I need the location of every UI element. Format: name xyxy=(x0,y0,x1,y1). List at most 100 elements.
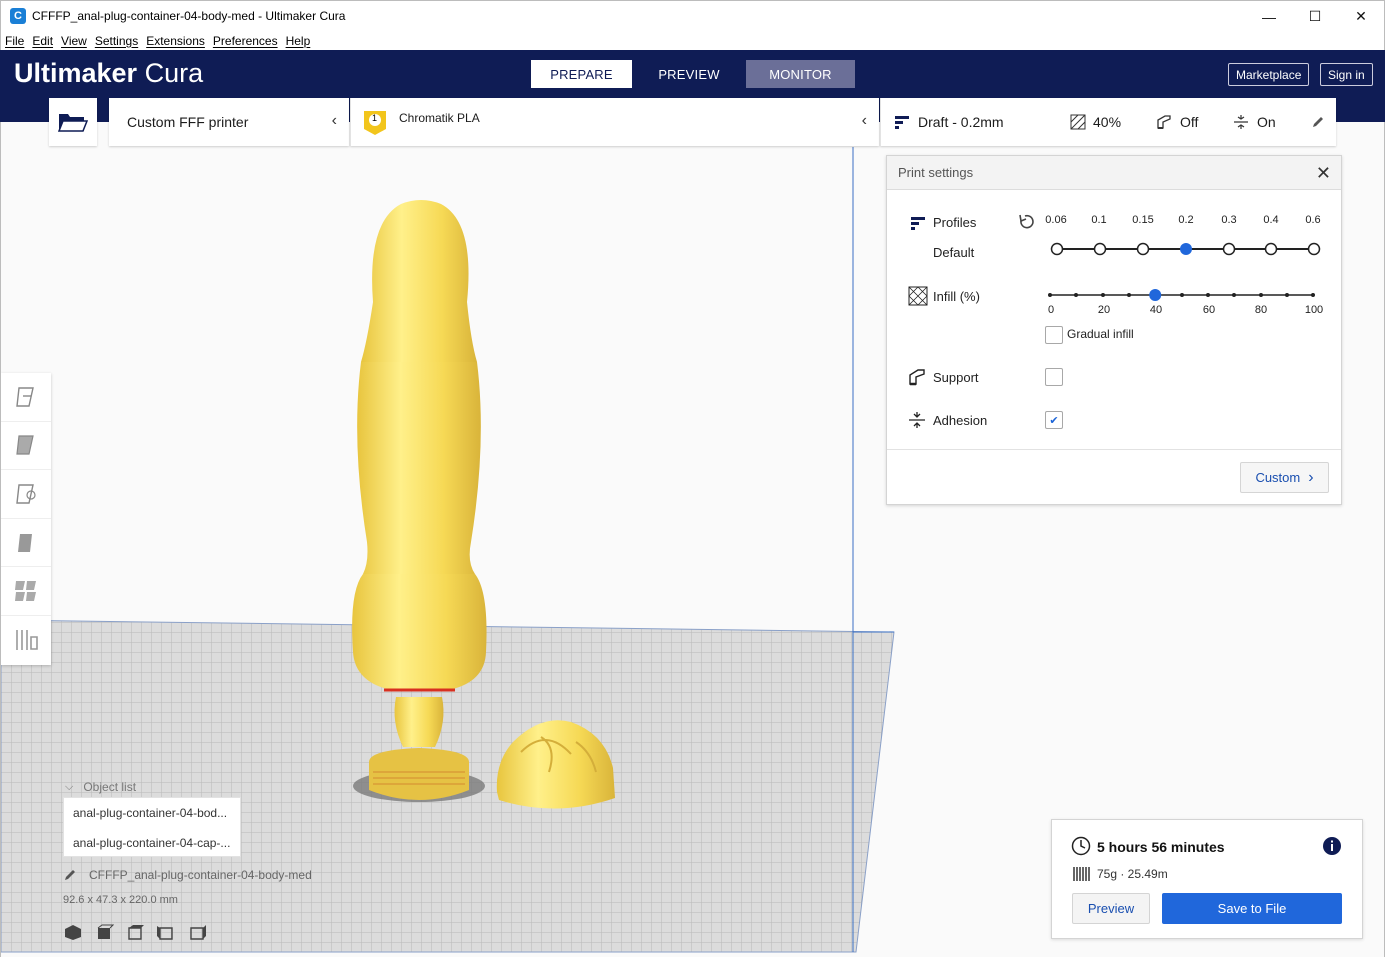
tab-prepare[interactable]: PREPARE xyxy=(531,60,632,88)
pencil-icon xyxy=(1313,117,1323,127)
profiles-label: Profiles xyxy=(933,215,977,230)
layer-height-label: 0.3 xyxy=(1221,214,1237,226)
tab-monitor[interactable]: MONITOR xyxy=(746,60,855,88)
printer-selector[interactable]: Custom FFF printer ‹ xyxy=(109,98,349,146)
gradual-infill-label: Gradual infill xyxy=(1067,327,1134,341)
layer-height-label: 0.4 xyxy=(1263,214,1279,226)
close-icon[interactable]: ✕ xyxy=(1316,163,1331,184)
support-checkbox[interactable] xyxy=(1045,368,1063,386)
menu-help[interactable]: Help xyxy=(282,34,315,48)
support-blocker-icon xyxy=(16,630,38,651)
clock-icon xyxy=(1071,836,1091,856)
adhesion-label: Adhesion xyxy=(933,413,988,428)
tab-preview[interactable]: PREVIEW xyxy=(632,60,746,88)
adhesion-icon xyxy=(1234,115,1248,129)
reset-icon[interactable] xyxy=(1017,213,1035,231)
chevron-right-icon: › xyxy=(1308,468,1314,486)
support-icon xyxy=(1157,115,1171,129)
window-title: CFFFP_anal-plug-container-04-body-med - … xyxy=(32,9,346,23)
infill-label: Infill (%) xyxy=(933,289,980,304)
folder-open-icon xyxy=(58,114,88,132)
infill-summary: 40% xyxy=(1093,114,1122,130)
tool-strip xyxy=(1,373,51,665)
open-file-button[interactable] xyxy=(49,98,97,146)
front-view-icon[interactable] xyxy=(94,923,114,941)
support-label: Support xyxy=(933,370,979,385)
scale-tool-button[interactable] xyxy=(1,422,51,471)
infill-icon xyxy=(908,286,928,306)
3d-view-icon[interactable] xyxy=(63,923,83,941)
adhesion-checkbox[interactable]: ✔ xyxy=(1045,411,1063,429)
layer-height-label: 0.2 xyxy=(1178,214,1194,226)
custom-settings-button[interactable]: Custom › xyxy=(1240,462,1329,493)
mirror-tool-button[interactable] xyxy=(1,519,51,568)
list-item[interactable]: anal-plug-container-04-cap-... xyxy=(64,828,240,858)
rotate-tool-button[interactable] xyxy=(1,470,51,519)
infill-tick-label: 60 xyxy=(1202,304,1216,316)
profile-icon xyxy=(911,217,925,230)
right-view-icon[interactable] xyxy=(187,923,207,941)
print-settings-header: Print settings ✕ xyxy=(887,156,1341,190)
print-settings-panel: Print settings ✕ Profiles Default 0.06 0… xyxy=(886,155,1342,505)
infill-slider[interactable] xyxy=(1042,286,1332,306)
infill-tick-label: 40 xyxy=(1149,304,1163,316)
checkmark-icon: ✔ xyxy=(1049,414,1059,427)
menu-file[interactable]: File xyxy=(1,34,28,48)
preview-button[interactable]: Preview xyxy=(1072,893,1150,924)
left-view-icon[interactable] xyxy=(156,923,176,941)
profile-summary: Draft - 0.2mm xyxy=(918,114,1004,130)
print-settings-summary[interactable]: Draft - 0.2mm 40% Off On xyxy=(880,98,1336,146)
info-icon[interactable] xyxy=(1322,836,1342,856)
title-bar: C CFFFP_anal-plug-container-04-body-med … xyxy=(0,0,1385,31)
layer-height-label: 0.15 xyxy=(1132,214,1154,226)
material-estimate: 75g · 25.49m xyxy=(1097,867,1168,881)
close-window-button[interactable]: ✕ xyxy=(1338,1,1384,32)
menu-bar: File Edit View Settings Extensions Prefe… xyxy=(0,31,1385,50)
list-item[interactable]: anal-plug-container-04-bod... xyxy=(64,798,240,828)
material-selector[interactable]: 1 Chromatik PLA ‹ xyxy=(350,98,879,146)
stage-tabs: PREPARE PREVIEW MONITOR xyxy=(531,60,855,88)
minimize-button[interactable]: — xyxy=(1246,1,1292,32)
profile-icon xyxy=(895,116,909,129)
per-model-settings-button[interactable] xyxy=(1,567,51,616)
chevron-left-icon: ‹ xyxy=(861,112,867,129)
menu-view[interactable]: View xyxy=(57,34,91,48)
divider xyxy=(887,449,1341,450)
spool-icon xyxy=(1073,867,1090,881)
menu-preferences[interactable]: Preferences xyxy=(209,34,282,48)
scale-icon xyxy=(16,435,34,455)
save-to-file-button[interactable]: Save to File xyxy=(1162,893,1342,924)
gradual-infill-checkbox[interactable] xyxy=(1045,326,1063,344)
chevron-down-icon: ⌵ xyxy=(65,780,74,793)
menu-settings[interactable]: Settings xyxy=(91,34,142,48)
infill-icon xyxy=(1070,114,1086,130)
object-list-toggle[interactable]: ⌵ Object list xyxy=(65,780,136,794)
camera-view-buttons xyxy=(63,923,207,941)
menu-extensions[interactable]: Extensions xyxy=(142,34,209,48)
support-summary: Off xyxy=(1180,114,1199,130)
move-icon xyxy=(16,387,34,407)
support-blocker-button[interactable] xyxy=(1,616,51,665)
infill-tick-label: 0 xyxy=(1047,304,1055,316)
per-model-settings-icon xyxy=(15,581,36,602)
layer-height-slider[interactable] xyxy=(1047,239,1337,259)
sign-in-button[interactable]: Sign in xyxy=(1320,63,1373,86)
mirror-icon xyxy=(18,533,32,552)
maximize-button[interactable]: ☐ xyxy=(1292,1,1338,32)
layer-height-label: 0.1 xyxy=(1091,214,1107,226)
material-name: Chromatik PLA xyxy=(399,111,480,125)
layer-height-label: 0.06 xyxy=(1045,214,1067,226)
top-view-icon[interactable] xyxy=(125,923,145,941)
custom-button-label: Custom xyxy=(1255,470,1301,485)
print-action-panel: 5 hours 56 minutes 75g · 25.49m Preview … xyxy=(1051,819,1363,939)
ultimaker-cura-logo: Ultimaker Cura xyxy=(14,58,204,88)
move-tool-button[interactable] xyxy=(1,373,51,422)
extruder-badge-icon: 1 xyxy=(363,110,387,139)
adhesion-icon xyxy=(909,412,925,428)
menu-edit[interactable]: Edit xyxy=(28,34,57,48)
marketplace-button[interactable]: Marketplace xyxy=(1228,63,1310,86)
print-settings-title: Print settings xyxy=(898,165,974,180)
infill-tick-label: 100 xyxy=(1304,304,1324,316)
pencil-icon[interactable] xyxy=(63,868,77,882)
selected-object-name[interactable]: CFFFP_anal-plug-container-04-body-med xyxy=(89,868,312,882)
